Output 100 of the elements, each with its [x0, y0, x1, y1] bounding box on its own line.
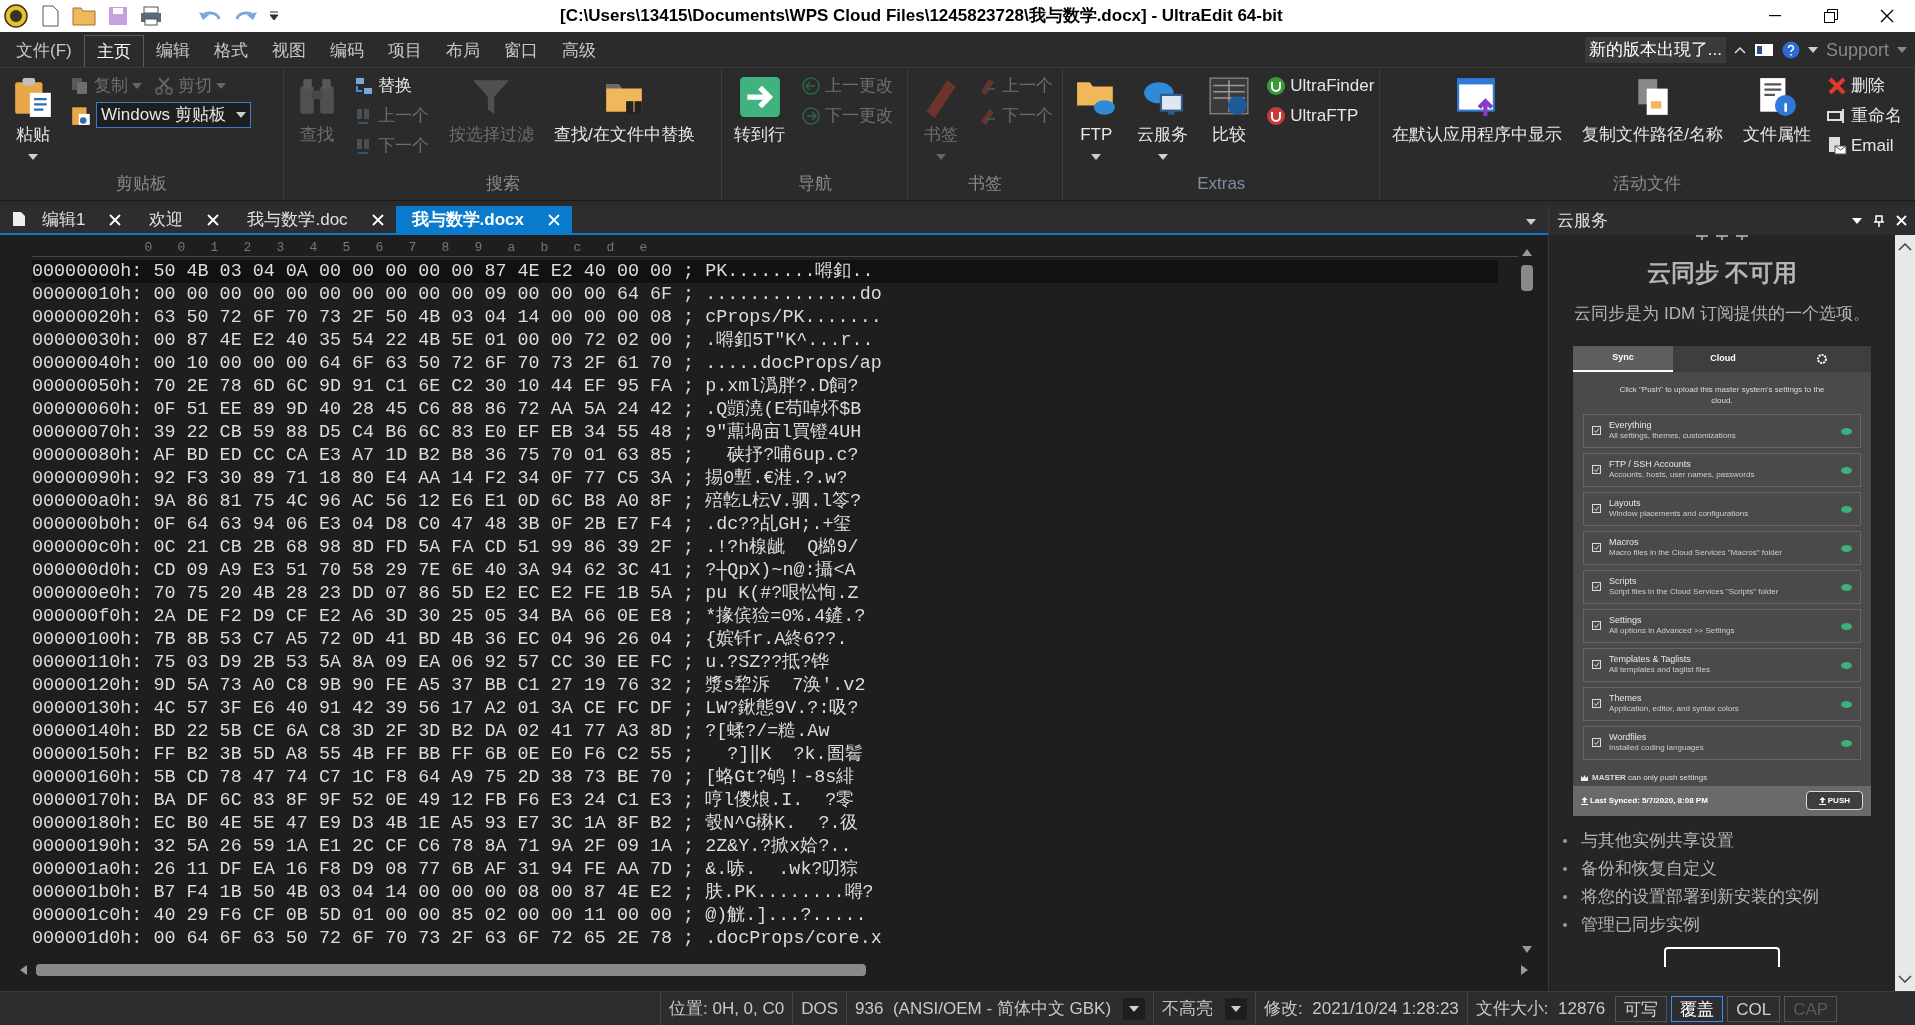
ribbon-button[interactable]: 粘贴 [8, 72, 58, 160]
app-logo [4, 4, 28, 28]
status-toggle[interactable]: COL [1727, 995, 1781, 1022]
ribbon-button[interactable]: UltraFTP [1266, 102, 1363, 130]
sync-label: Sync [1573, 345, 1673, 372]
scissors-icon [154, 76, 174, 96]
option-title: Scripts [1609, 576, 1638, 587]
ribbon-button[interactable]: 复制文件路径/名称 [1578, 72, 1727, 146]
gear-icon [1817, 353, 1827, 364]
group-label: 搜索 [485, 172, 520, 195]
status-toggle[interactable]: 覆盖 [1671, 995, 1724, 1022]
ascii-text: p.xml潙胖?.D飼? [705, 374, 859, 399]
ruler-label: b [539, 240, 550, 256]
option-subtitle: All templates and taglist files [1609, 665, 1711, 675]
group-label: 剪贴板 [115, 172, 167, 195]
ascii-text: {嫔钎r.A終6??. [705, 627, 848, 652]
scroll-left-icon [18, 964, 28, 976]
update-notice[interactable]: 新的版本出現了... [1584, 37, 1726, 63]
caret-icon [216, 83, 226, 89]
separator-mark: ; [683, 305, 695, 330]
scrollbar-thumb[interactable] [1521, 265, 1533, 291]
panel-button[interactable] [1664, 946, 1780, 967]
ascii-text: u.?SZ??抵?铧 [705, 650, 830, 675]
ribbon-button[interactable]: 替换 [353, 72, 416, 100]
row-offset: 000001a0h: [32, 857, 143, 882]
ribbon-tab[interactable]: 主页 [83, 35, 144, 67]
ribbon-tab[interactable]: 编辑 [143, 35, 202, 67]
ruler-label: 9 [473, 240, 484, 256]
status-dropdown[interactable]: 936 (ANSI/OEM - 简体中文 GBK) [846, 992, 1154, 1025]
ribbon-tab[interactable]: 布局 [433, 35, 492, 67]
bullet-icon [1563, 922, 1567, 927]
checkbox-icon [1592, 504, 1601, 513]
status-toggle[interactable]: 可写 [1615, 995, 1668, 1022]
ribbon-tab[interactable]: 文件(F) [4, 35, 84, 67]
ruler-label: 4 [308, 240, 319, 256]
push-button[interactable]: PUSH [1805, 791, 1863, 810]
ascii-text: 漿s犂泝 7涣'.v2 [705, 673, 866, 698]
row-offset: 00000170h: [32, 788, 143, 813]
right-arrows-icon [801, 106, 822, 126]
crown-icon [1581, 774, 1588, 781]
ribbon-button[interactable]: 在默认应用程序中显示 [1388, 72, 1567, 146]
clipboard-select[interactable]: Windows 剪贴板 [96, 102, 251, 128]
hex-bytes: EC B0 4E 5E 47 E9 D3 4B 1E A5 93 E7 3C 1A 8F B2 [153, 811, 673, 836]
status-field: DOS [792, 992, 847, 1025]
caret-icon [1807, 47, 1818, 53]
ribbon-button[interactable]: FTP [1071, 72, 1122, 160]
row-offset: 000000b0h: [32, 512, 143, 537]
support-link[interactable]: Support [1825, 36, 1889, 64]
ascii-text: ?┼QpX)~n@:攝<A [705, 558, 856, 583]
ribbon-button[interactable]: 查找/在文件中替换 [549, 72, 699, 146]
ribbon-button[interactable]: 比较 [1204, 72, 1255, 146]
ascii-text: 肤.PK........嘚? [705, 880, 874, 905]
separator-mark: ; [683, 535, 695, 560]
scrollbar-thumb[interactable] [36, 964, 866, 976]
checkbox-icon [1592, 660, 1601, 669]
hex-bytes: BA DF 6C 83 8F 9F 52 0E 49 12 FB F6 E3 24 C1 E3 [153, 788, 673, 813]
row-offset: 000000c0h: [32, 535, 143, 560]
ascii-text: .Q顗澆(E苟啅炋$B [705, 397, 862, 422]
document-tab[interactable]: 我与数学.docx [395, 206, 572, 233]
panel-title: 云服务 [1557, 209, 1608, 232]
ftp-logo-icon [1266, 106, 1287, 126]
ruler-label: d [605, 240, 616, 256]
cloud-check-icon [1841, 699, 1852, 708]
row-offset: 00000020h: [32, 305, 143, 330]
ribbon-button[interactable]: 文件属性 [1739, 72, 1815, 146]
close-icon [207, 213, 220, 226]
ribbon-button[interactable]: Email [1827, 132, 1898, 160]
option-subtitle: All settings, themes, customizations [1609, 431, 1737, 441]
ribbon-button[interactable]: 删除 [1827, 72, 1889, 100]
separator-mark: ; [683, 834, 695, 859]
last-synced: Last Synced: 5/7/2020, 8:08 PM [1590, 794, 1708, 807]
ribbon-button[interactable]: 云服务 [1133, 72, 1193, 160]
hex-bytes: 26 11 DF EA 16 F8 D9 08 77 6B AF 31 94 FE AA 7D [153, 857, 673, 882]
cloud-check-icon [1841, 426, 1852, 435]
hex-bytes: 4C 57 3F E6 40 91 42 39 56 17 A2 01 3A CE FC DF [153, 696, 673, 721]
ribbon-tab[interactable]: 视图 [259, 35, 318, 67]
ribbon-button[interactable]: 转到行 [730, 72, 790, 146]
ascii-text: 殕亁L枟V.驷.l笭? [705, 489, 862, 514]
row-offset: 00000130h: [32, 696, 143, 721]
document-tab[interactable]: 欢迎 [133, 206, 232, 233]
close-icon [1880, 9, 1894, 23]
ascii-text: 彀N^G楙K. ?.彶 [705, 811, 859, 836]
panel-scrollbar[interactable] [1895, 235, 1915, 991]
ribbon-tab[interactable]: 高级 [549, 35, 608, 67]
ascii-text: 2Z&Y.?掀x姶?.. [705, 834, 852, 859]
ascii-text: ?[蝚?/=糙.Aw [705, 719, 830, 744]
ribbon-button[interactable]: UltraFinder [1266, 72, 1379, 100]
ribbon-tab[interactable]: 窗口 [491, 35, 550, 67]
document-tab[interactable]: 我与数学.doc [231, 206, 396, 233]
ribbon-button[interactable]: 重命名 [1827, 102, 1906, 130]
finder-logo-icon [1266, 76, 1287, 96]
row-offset: 00000150h: [32, 742, 143, 767]
option-title: Macros [1609, 537, 1640, 548]
ribbon-tab[interactable]: 编码 [317, 35, 376, 67]
status-dropdown[interactable]: 不高亮 [1153, 992, 1256, 1025]
document-tab[interactable]: 编辑1 [26, 206, 134, 233]
ribbon-tab[interactable]: 项目 [375, 35, 434, 67]
hex-bytes: 00 87 4E E2 40 35 54 22 4B 5E 01 00 00 72 02 00 [153, 328, 673, 353]
ribbon-tab[interactable]: 格式 [201, 35, 260, 67]
feature-item: 将您的设置部署到新安装的实例 [1581, 885, 1819, 908]
